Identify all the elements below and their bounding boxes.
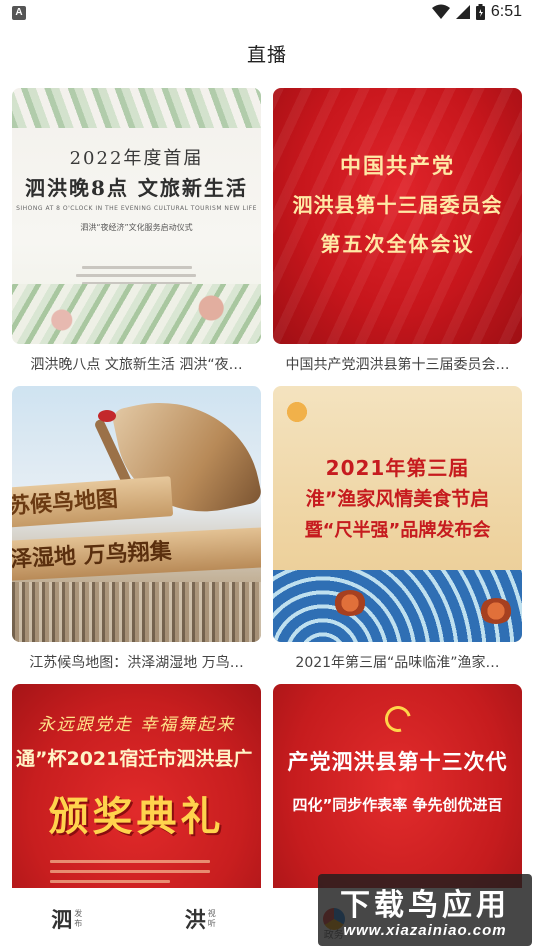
wood-sign: 苏候鸟地图 [12,476,174,528]
nav-logo-small: 视 听 [208,909,216,929]
fine-print [50,860,210,863]
thumb-text: 2021年第三届 [325,456,470,480]
food-decoration [479,598,513,624]
card-caption[interactable]: 中国共产党泗洪县第十三届委员会… [273,354,522,374]
signal-icon [455,5,470,19]
thumb-text: 中国共产党 [340,153,455,178]
status-bar: A 6:51 [0,0,534,28]
leaf-decoration [12,88,261,128]
watermark-url: www.xiazainiao.com [343,922,507,939]
nav-logo-char: 洪 [184,907,206,932]
nav-small-char: 听 [207,919,216,928]
live-thumbnail[interactable]: 苏候鸟地图 泽湿地 万鸟翔集 [12,386,261,642]
thumb-text: SIHONG AT 8 O'CLOCK IN THE EVENING CULTU… [16,205,257,212]
thumb-text: 2022年度首届 [69,148,204,169]
thumb-text: 淮”渔家风情美食节启 [305,488,490,510]
fine-print [82,266,192,269]
wetland-ground [12,582,261,642]
status-icons: 6:51 [431,3,522,21]
thumb-text: 泗洪“夜经济”文化服务启动仪式 [80,223,193,232]
thumb-text: 泗洪晚8点 文旅新生活 [25,176,248,200]
wifi-icon [431,4,450,19]
thumb-text: 颁奖典礼 [48,793,225,840]
notification-icon: A [12,6,26,20]
card-caption[interactable]: 2021年第三届“品味临淮”渔家… [273,652,522,672]
nav-logo-small: 发 布 [74,909,82,929]
nav-item-fabu[interactable]: 泗 发 布 [0,888,134,950]
fine-print [50,880,170,883]
fine-print [50,870,210,873]
thumb-text: 永远跟党走 幸福舞起来 [37,715,236,735]
thumb-text: 通”杯2021宿迁市泗洪县广 [16,748,253,770]
live-card[interactable]: 中国共产党 泗洪县第十三届委员会 第五次全体会议 中国共产党泗洪县第十三届委员会… [273,88,522,374]
thumb-text: 四化”同步作表率 争先创优进百 [292,796,503,814]
thumb-text: 产党泗洪县第十三次代 [287,750,508,774]
fine-print [76,274,196,277]
party-emblem-icon [380,701,416,737]
nav-logo-char: 泗 [51,907,73,932]
nav-small-char: 视 [207,909,216,918]
flower-decoration [12,284,261,344]
battery-icon [475,4,485,20]
thumb-text: 泗洪县第十三届委员会 [292,193,503,217]
card-caption[interactable]: 江苏候鸟地图：洪泽湖湿地 万鸟… [12,652,261,672]
nav-small-char: 发 [74,909,83,918]
live-thumbnail[interactable]: 中国共产党 泗洪县第十三届委员会 第五次全体会议 [273,88,522,344]
title-bar: 直播 [0,28,534,78]
live-card[interactable]: 苏候鸟地图 泽湿地 万鸟翔集 江苏候鸟地图：洪泽湖湿地 万鸟… [12,386,261,672]
crane-head [98,410,116,422]
watermark-title: 下载鸟应用 [340,888,510,923]
live-thumbnail[interactable]: 2022年度首届 泗洪晚8点 文旅新生活 SIHONG AT 8 O'CLOCK… [12,88,261,344]
nav-small-char: 布 [74,919,83,928]
thumb-text: 苏候鸟地图 [12,486,119,520]
sun-decoration [277,392,317,432]
thumb-text: 泽湿地 万鸟翔集 [12,539,173,573]
live-thumbnail[interactable]: 2021年第三届 淮”渔家风情美食节启 暨“尺半强”品牌发布会 [273,386,522,642]
wood-sign: 泽湿地 万鸟翔集 [12,527,261,581]
live-card[interactable]: 2021年第三届 淮”渔家风情美食节启 暨“尺半强”品牌发布会 2021年第三届… [273,386,522,672]
live-card[interactable]: 2022年度首届 泗洪晚8点 文旅新生活 SIHONG AT 8 O'CLOCK… [12,88,261,374]
thumb-text: 第五次全体会议 [320,232,475,256]
watermark: 下载鸟应用 www.xiazainiao.com [318,874,532,946]
card-caption[interactable]: 泗洪晚八点 文旅新生活 泗洪“夜… [12,354,261,374]
food-decoration [333,590,367,616]
page-title: 直播 [246,43,287,66]
thumb-text: 暨“尺半强”品牌发布会 [304,520,491,541]
nav-item-shiting[interactable]: 洪 视 听 [134,888,268,950]
status-time: 6:51 [490,3,522,20]
